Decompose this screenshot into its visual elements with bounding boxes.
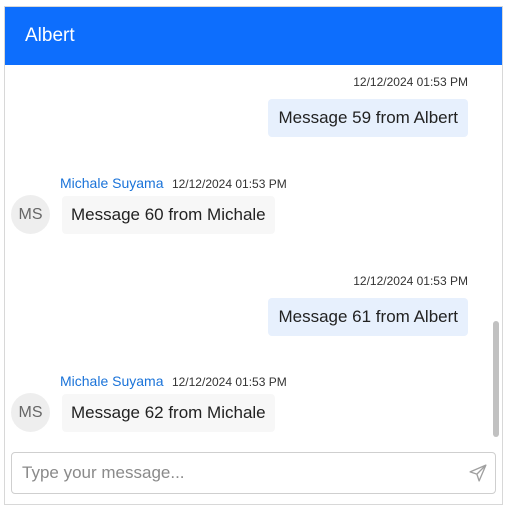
avatar: MS [11, 195, 50, 234]
message-timestamp: 12/12/2024 01:53 PM [171, 177, 287, 191]
message-bubble: Message 60 from Michale [62, 196, 275, 234]
chat-window: Albert 12/12/2024 01:53 PM Message 59 fr… [4, 6, 503, 505]
message-timestamp: 12/12/2024 01:53 PM [353, 274, 468, 288]
scrollbar-thumb[interactable] [493, 321, 499, 437]
message-list[interactable]: 12/12/2024 01:53 PM Message 59 from Albe… [5, 65, 502, 441]
message-input[interactable] [22, 453, 452, 493]
send-button[interactable] [469, 464, 487, 482]
sender-name: Michale Suyama [60, 373, 164, 389]
sender-name: Michale Suyama [60, 175, 164, 191]
scrollbar[interactable] [493, 69, 499, 439]
message-bubble: Message 59 from Albert [268, 99, 468, 137]
send-icon [469, 464, 487, 482]
message-composer [11, 452, 496, 494]
avatar: MS [11, 393, 50, 432]
message-timestamp: 12/12/2024 01:53 PM [171, 375, 287, 389]
message-meta: Michale Suyama 12/12/2024 01:53 PM [60, 175, 287, 193]
message-timestamp: 12/12/2024 01:53 PM [353, 75, 468, 89]
chat-header-title: Albert [5, 7, 502, 65]
message-bubble: Message 61 from Albert [268, 298, 468, 336]
message-bubble: Message 62 from Michale [62, 394, 275, 432]
message-meta: Michale Suyama 12/12/2024 01:53 PM [60, 373, 287, 391]
